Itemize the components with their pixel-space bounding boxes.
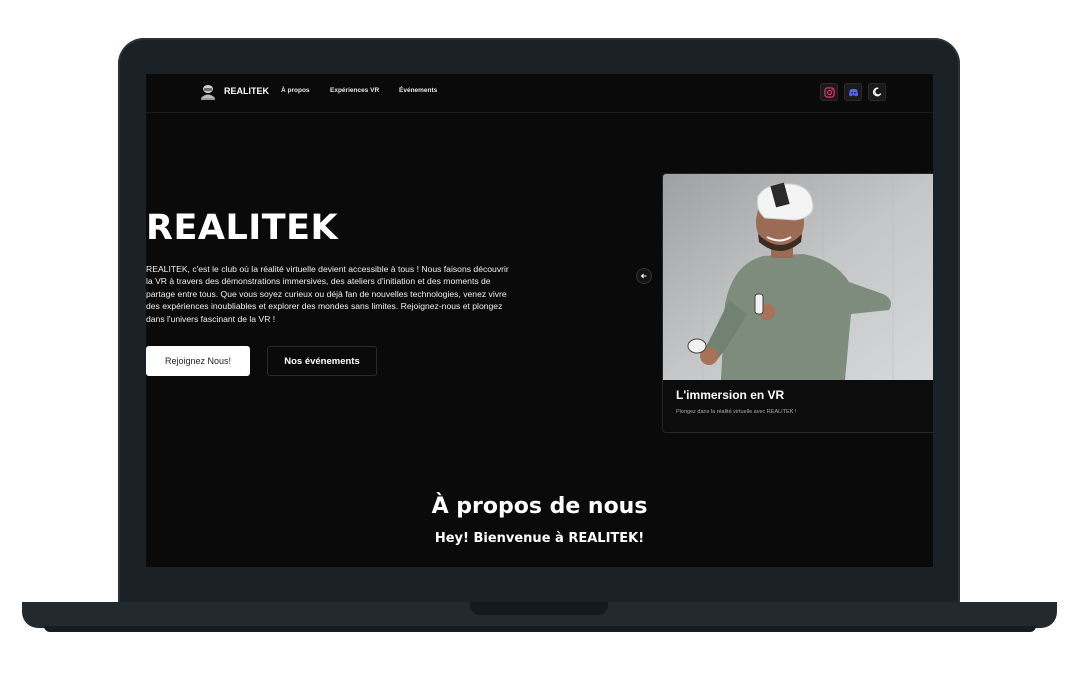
- theme-toggle-button[interactable]: [868, 83, 886, 101]
- hero-description-line: partage entre tous. Que vous soyez curie…: [146, 288, 507, 299]
- card-text: Plongez dans la réalité virtuelle avec R…: [676, 409, 797, 415]
- instagram-button[interactable]: [820, 83, 838, 101]
- card-title: L'immersion en VR: [676, 388, 785, 402]
- hero-description-line: REALITEK, c'est le club où la réalité vi…: [146, 264, 509, 274]
- our-events-button[interactable]: Nos événements: [267, 346, 377, 376]
- nav-link-about[interactable]: À propos: [281, 87, 310, 94]
- carousel-card[interactable]: L'immersion en VR Plongez dans la réalit…: [662, 173, 933, 433]
- join-us-button[interactable]: Rejoignez Nous!: [146, 346, 250, 376]
- hero-description: REALITEK, c'est le club où la réalité vi…: [146, 263, 606, 325]
- nav-link-events[interactable]: Événements: [399, 87, 437, 94]
- carousel-prev-button[interactable]: [636, 268, 652, 284]
- discord-button[interactable]: [844, 83, 862, 101]
- dark-mode-icon: [872, 87, 882, 97]
- discord-icon: [848, 88, 858, 96]
- arrow-left-icon: [640, 273, 647, 279]
- hero-description-line: dans l'univers fascinant de la VR !: [146, 313, 276, 324]
- laptop-notch: [470, 602, 608, 615]
- website-screen: REALITEK À propos Expériences VR Événeme…: [146, 74, 933, 567]
- hero-description-line: la VR à travers des démonstrations immer…: [146, 276, 491, 287]
- about-subtitle: Hey! Bienvenue à REALITEK!: [434, 531, 645, 546]
- vr-person-image: [663, 174, 933, 380]
- navbar: REALITEK À propos Expériences VR Événeme…: [146, 74, 933, 113]
- hero-description-line: des expériences inoubliables et explorer…: [146, 301, 503, 312]
- laptop-base-shadow: [44, 626, 1036, 632]
- nav-link-vr-experiences[interactable]: Expériences VR: [330, 87, 379, 94]
- about-title: À propos de nous: [431, 494, 648, 519]
- hero-title: REALITEK: [146, 208, 339, 248]
- instagram-icon: [823, 86, 835, 98]
- realitek-logo-icon[interactable]: [198, 82, 218, 102]
- brand-name[interactable]: REALITEK: [224, 86, 269, 96]
